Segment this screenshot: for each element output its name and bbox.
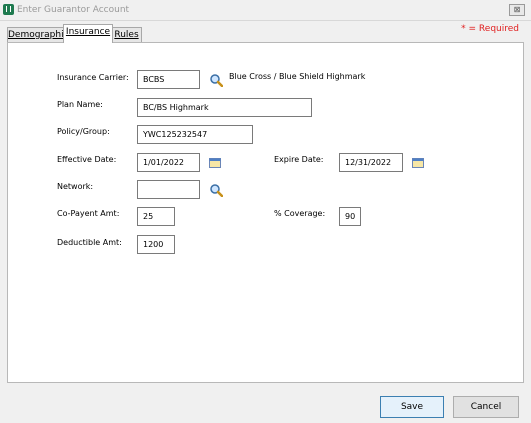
copayment-label: Co-Payent Amt: [57, 209, 120, 218]
tab-rules[interactable]: Rules [111, 27, 142, 43]
app-icon [3, 4, 14, 15]
effective-date-calendar-icon[interactable] [209, 158, 221, 168]
policy-group-label: Policy/Group: [57, 127, 110, 136]
carrier-lookup-icon[interactable] [209, 73, 223, 87]
plan-name-label: Plan Name: [57, 100, 103, 109]
policy-group-input[interactable]: YWC125232547 [137, 125, 253, 144]
cancel-button[interactable]: Cancel [453, 396, 519, 418]
carrier-description: Blue Cross / Blue Shield Highmark [229, 72, 366, 81]
deductible-label: Deductible Amt: [57, 238, 122, 247]
network-label: Network: [57, 182, 94, 191]
title-bar: Enter Guarantor Account ⊠ [0, 0, 531, 21]
coverage-label: % Coverage: [274, 209, 326, 218]
insurance-carrier-input[interactable]: BCBS [137, 70, 200, 89]
required-note: * = Required [461, 24, 519, 34]
expire-date-label: Expire Date: [274, 155, 324, 164]
tab-demographics[interactable]: Demographics [7, 27, 73, 43]
expire-date-input[interactable]: 12/31/2022 [339, 153, 403, 172]
tab-rules-label: Rules [114, 30, 139, 40]
deductible-input[interactable]: 1200 [137, 235, 175, 254]
close-button[interactable]: ⊠ [509, 4, 525, 16]
copayment-input[interactable]: 25 [137, 207, 175, 226]
window-title: Enter Guarantor Account [17, 5, 130, 15]
insurance-carrier-label: Insurance Carrier: [57, 73, 129, 82]
insurance-panel: Insurance Carrier: BCBS Blue Cross / Blu… [7, 42, 524, 383]
save-button[interactable]: Save [380, 396, 444, 418]
plan-name-input[interactable]: BC/BS Highmark [137, 98, 312, 117]
network-lookup-icon[interactable] [209, 183, 223, 197]
tab-insurance-label: Insurance [65, 27, 111, 37]
network-input[interactable] [137, 180, 200, 199]
tab-insurance[interactable]: Insurance [63, 24, 113, 43]
effective-date-input[interactable]: 1/01/2022 [137, 153, 200, 172]
coverage-input[interactable]: 90 [339, 207, 361, 226]
expire-date-calendar-icon[interactable] [412, 158, 424, 168]
effective-date-label: Effective Date: [57, 155, 117, 164]
